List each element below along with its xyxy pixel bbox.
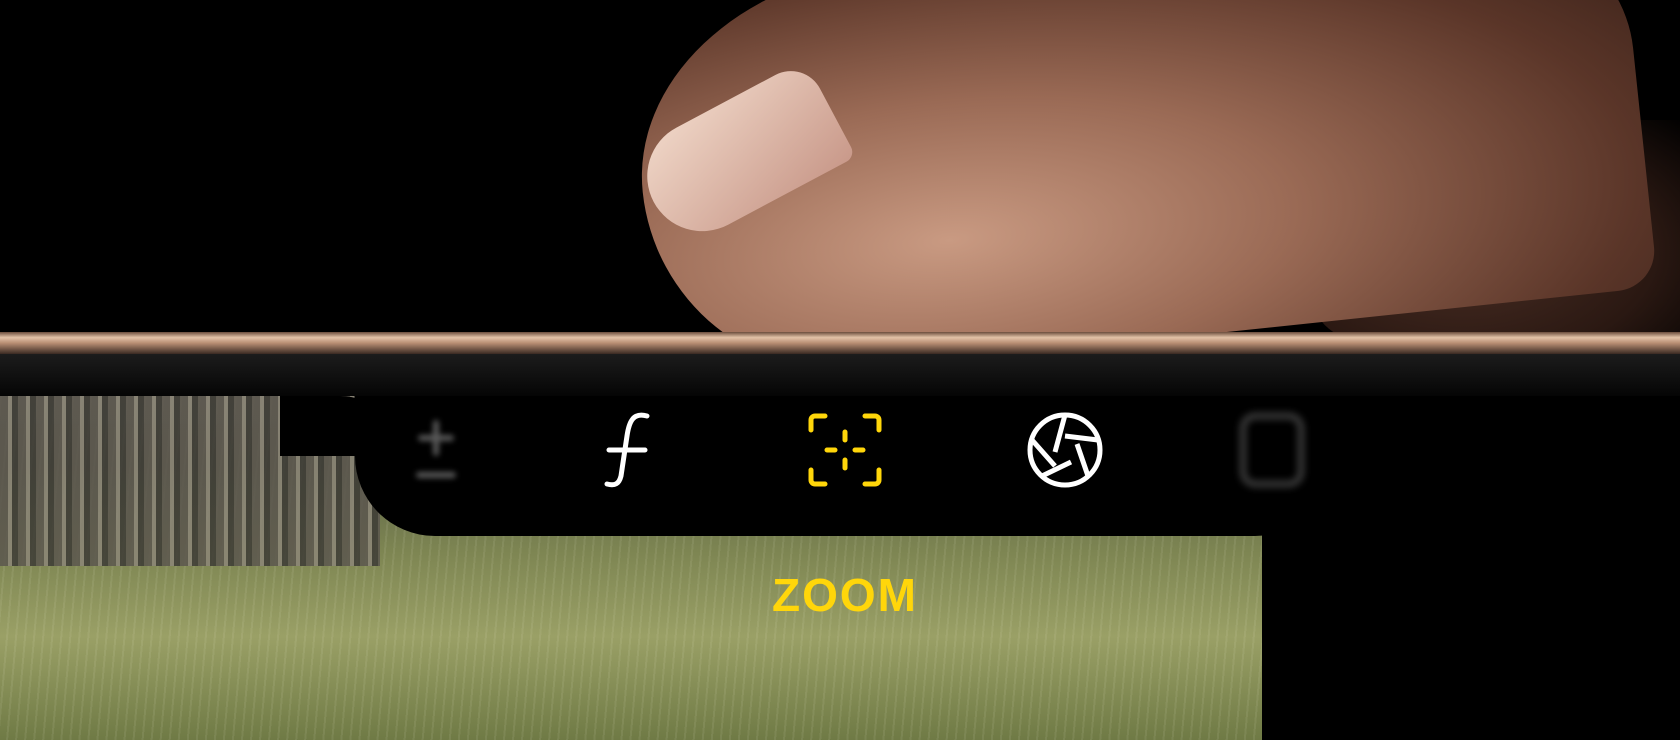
f-stop-icon[interactable] (587, 410, 667, 490)
active-control-label: ZOOM (772, 569, 918, 621)
device-bezel (0, 354, 1680, 396)
plus-minus-icon[interactable] (396, 410, 476, 490)
focus-zoom-icon[interactable] (805, 410, 885, 490)
styles-icon[interactable] (1232, 410, 1312, 490)
device-edge (0, 332, 1680, 354)
aperture-icon[interactable] (1025, 410, 1105, 490)
